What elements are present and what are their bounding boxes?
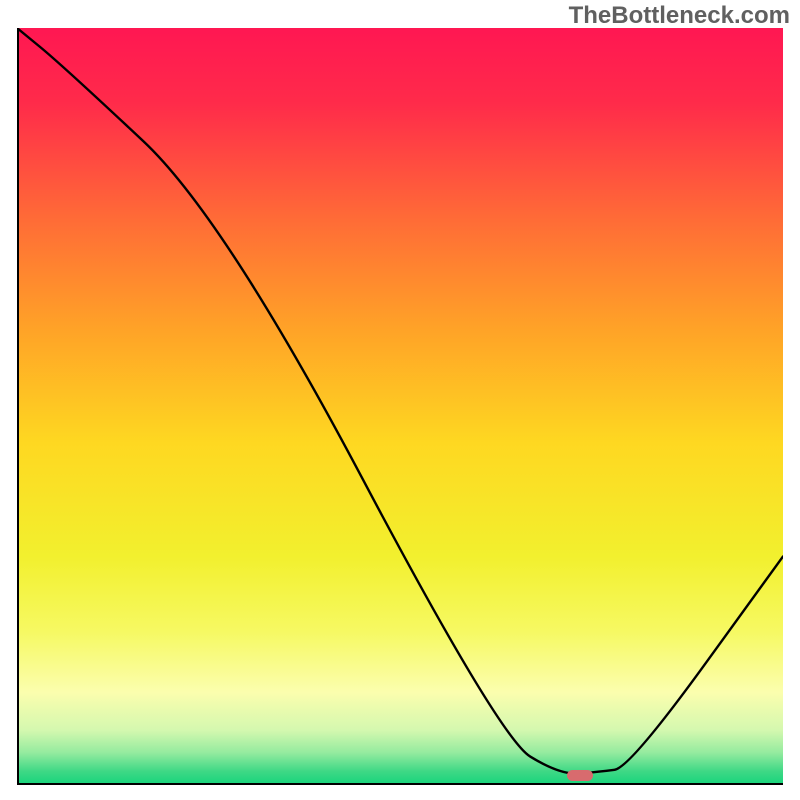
- plot-area: [17, 28, 783, 783]
- bottleneck-curve: [17, 28, 783, 783]
- x-axis: [17, 783, 783, 785]
- chart-container: TheBottleneck.com: [0, 0, 800, 800]
- watermark-text: TheBottleneck.com: [569, 2, 790, 30]
- optimum-marker: [567, 770, 594, 781]
- y-axis: [17, 28, 19, 783]
